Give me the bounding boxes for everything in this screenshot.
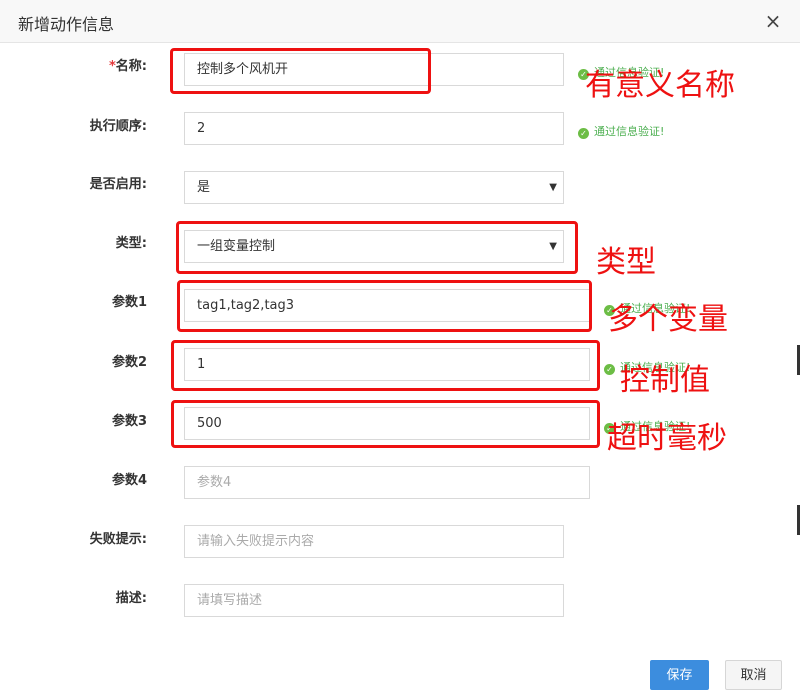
param3-label: 参数3 — [111, 414, 147, 429]
order-label: 执行顺序: — [89, 119, 147, 134]
enabled-label: 是否启用: — [89, 177, 147, 192]
enabled-select-value: 是 — [197, 180, 211, 195]
param2-label: 参数2 — [111, 355, 147, 370]
cancel-button[interactable]: 取消 — [725, 660, 782, 690]
dialog-title: 新增动作信息 — [18, 15, 115, 34]
check-icon: ✓ — [604, 364, 615, 375]
close-icon[interactable]: × — [760, 8, 786, 34]
description-label: 描述: — [115, 591, 147, 606]
dropdown-arrow-icon: ▼ — [549, 182, 557, 193]
dialog-header: 新增动作信息 × — [0, 0, 800, 43]
order-input[interactable]: 2 — [184, 112, 564, 145]
annotation-type: 类型 — [596, 245, 656, 280]
type-label: 类型: — [115, 236, 147, 251]
failure-hint-label: 失败提示: — [89, 532, 147, 547]
annotation-box-type — [176, 221, 578, 274]
description-input[interactable]: 请填写描述 — [184, 584, 564, 617]
annotation-box-param2 — [171, 340, 600, 391]
failure-hint-input[interactable]: 请输入失败提示内容 — [184, 525, 564, 558]
save-button[interactable]: 保存 — [650, 660, 709, 690]
order-validation: ✓ 通过信息验证! — [578, 123, 664, 139]
annotation-name: 有意义名称 — [585, 68, 735, 103]
name-label: *名称: — [108, 59, 147, 74]
required-mark: * — [108, 59, 116, 74]
param1-label: 参数1 — [111, 295, 147, 310]
enabled-select[interactable]: 是 ▼ — [184, 171, 564, 204]
annotation-param1: 多个变量 — [608, 302, 728, 337]
param4-input[interactable]: 参数4 — [184, 466, 590, 499]
annotation-box-param3 — [171, 400, 600, 448]
param4-label: 参数4 — [111, 473, 147, 488]
annotation-param3: 超时毫秒 — [607, 421, 727, 456]
annotation-param2: 控制值 — [620, 363, 710, 398]
annotation-box-name — [170, 48, 431, 94]
annotation-box-param1 — [177, 280, 592, 332]
check-icon: ✓ — [578, 128, 589, 139]
